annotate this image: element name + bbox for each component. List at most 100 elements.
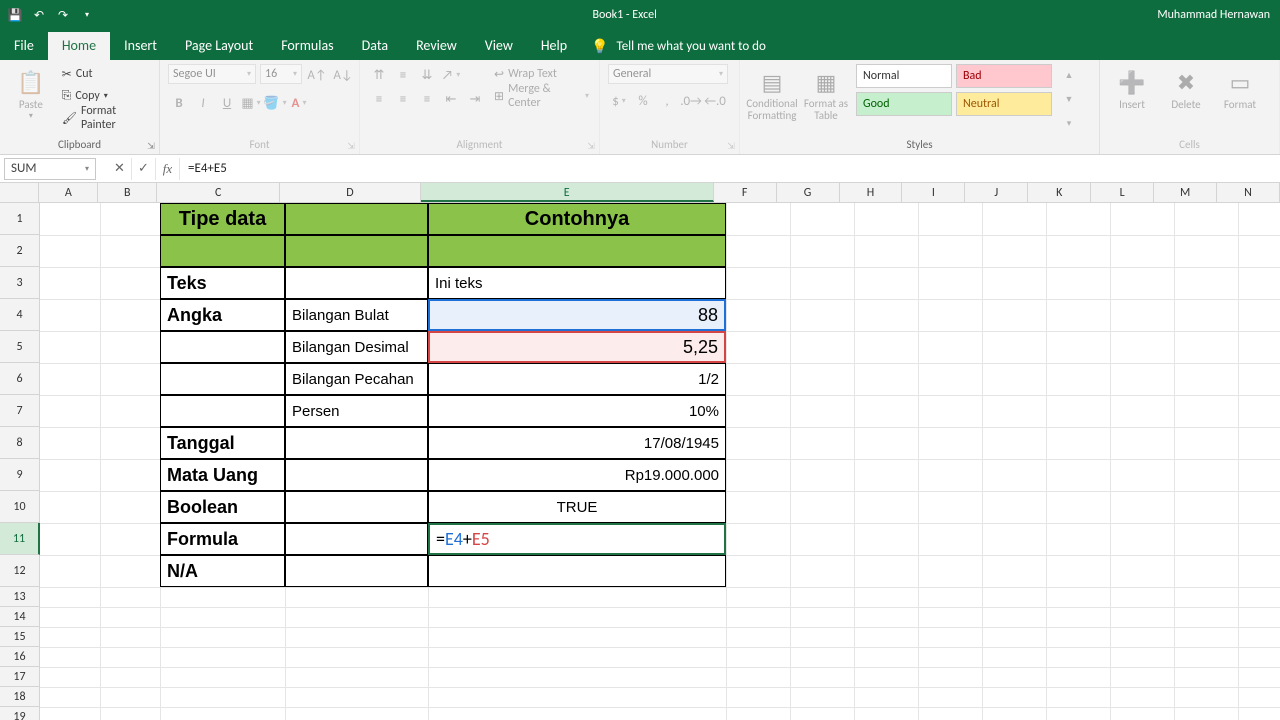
row-header-6[interactable]: 6 [0, 363, 40, 395]
tab-help[interactable]: Help [527, 32, 581, 60]
cell-C2[interactable] [160, 235, 285, 267]
delete-cells-button[interactable]: ✖Delete [1162, 64, 1210, 111]
increase-font-icon[interactable]: A↑ [306, 64, 328, 86]
align-bottom-icon[interactable]: ⇊ [416, 64, 438, 86]
cell-C5[interactable] [160, 331, 285, 363]
merge-center-button[interactable]: ⊞Merge & Center [492, 86, 591, 106]
cell-C12[interactable]: N/A [160, 555, 285, 587]
tab-home[interactable]: Home [48, 32, 110, 60]
cell-D11[interactable] [285, 523, 428, 555]
format-painter-button[interactable]: 🖌Format Painter [60, 108, 151, 128]
enter-icon[interactable]: ✓ [132, 158, 156, 180]
cell-C4[interactable]: Angka [160, 299, 285, 331]
col-header-J[interactable]: J [965, 183, 1028, 202]
row-header-16[interactable]: 16 [0, 647, 40, 667]
cell-E11[interactable]: =E4+E5 [428, 523, 726, 555]
fx-icon[interactable]: fx [156, 158, 180, 180]
row-header-1[interactable]: 1 [0, 203, 40, 235]
cell-D8[interactable] [285, 427, 428, 459]
cell-C6[interactable] [160, 363, 285, 395]
row-header-5[interactable]: 5 [0, 331, 40, 363]
alignment-launcher-icon[interactable]: ⇲ [585, 140, 597, 152]
tab-file[interactable]: File [0, 32, 48, 60]
tab-insert[interactable]: Insert [110, 32, 171, 60]
cell-C3[interactable]: Teks [160, 267, 285, 299]
tab-data[interactable]: Data [348, 32, 402, 60]
tab-formulas[interactable]: Formulas [267, 32, 347, 60]
row-header-13[interactable]: 13 [0, 587, 40, 607]
cell-C8[interactable]: Tanggal [160, 427, 285, 459]
inc-decimal-icon[interactable]: .0→ [680, 90, 702, 112]
cell-E4[interactable]: 88 [428, 299, 726, 331]
style-down-icon[interactable]: ▼ [1058, 88, 1080, 110]
align-center-icon[interactable]: ≡ [392, 88, 414, 110]
cell-E6[interactable]: 1/2 [428, 363, 726, 395]
cell-E1[interactable]: Contohnya [428, 203, 726, 235]
row-header-8[interactable]: 8 [0, 427, 40, 459]
cell-D12[interactable] [285, 555, 428, 587]
clipboard-launcher-icon[interactable]: ⇲ [145, 140, 157, 152]
decrease-font-icon[interactable]: A↓ [332, 64, 354, 86]
cell-E3[interactable]: Ini teks [428, 267, 726, 299]
col-header-E[interactable]: E [421, 183, 714, 202]
row-header-15[interactable]: 15 [0, 627, 40, 647]
cell-E7[interactable]: 10% [428, 395, 726, 427]
cell-E2[interactable] [428, 235, 726, 267]
number-format-select[interactable]: General [608, 64, 728, 84]
cancel-icon[interactable]: ✕ [108, 158, 132, 180]
style-up-icon[interactable]: ▲ [1058, 64, 1080, 86]
customize-qat-icon[interactable]: ▾ [80, 8, 94, 22]
conditional-formatting-button[interactable]: ▤ Conditional Formatting [748, 64, 796, 122]
border-button[interactable]: ▦ [240, 92, 262, 114]
cell-D3[interactable] [285, 267, 428, 299]
cell-C10[interactable]: Boolean [160, 491, 285, 523]
cell-D7[interactable]: Persen [285, 395, 428, 427]
cell-E10[interactable]: TRUE [428, 491, 726, 523]
row-header-12[interactable]: 12 [0, 555, 40, 587]
col-header-A[interactable]: A [39, 183, 98, 202]
row-header-17[interactable]: 17 [0, 667, 40, 687]
col-header-M[interactable]: M [1154, 183, 1217, 202]
row-header-18[interactable]: 18 [0, 687, 40, 707]
cell-C9[interactable]: Mata Uang [160, 459, 285, 491]
row-header-9[interactable]: 9 [0, 459, 40, 491]
col-header-H[interactable]: H [840, 183, 903, 202]
row-header-14[interactable]: 14 [0, 607, 40, 627]
paste-button[interactable]: 📋 Paste ▾ [8, 64, 54, 121]
copy-button[interactable]: ⎘Copy▾ [60, 86, 151, 106]
bold-button[interactable]: B [168, 92, 190, 114]
orientation-icon[interactable]: ↗ [440, 64, 462, 86]
cell-E8[interactable]: 17/08/1945 [428, 427, 726, 459]
cell-D2[interactable] [285, 235, 428, 267]
tell-me[interactable]: 💡 Tell me what you want to do [581, 32, 776, 60]
percent-icon[interactable]: % [632, 90, 654, 112]
undo-icon[interactable]: ↶ [32, 8, 46, 22]
cut-button[interactable]: ✂Cut [60, 64, 151, 84]
tab-view[interactable]: View [471, 32, 527, 60]
col-header-D[interactable]: D [280, 183, 421, 202]
comma-icon[interactable]: , [656, 90, 678, 112]
save-icon[interactable]: 💾 [8, 8, 22, 22]
worksheet[interactable]: ABCDEFGHIJKLMN 1234567891011121314151617… [0, 183, 1280, 720]
italic-button[interactable]: I [192, 92, 214, 114]
formula-input[interactable]: =E4+E5 [180, 161, 1280, 176]
fill-color-button[interactable]: 🪣 [264, 92, 286, 114]
underline-button[interactable]: U [216, 92, 238, 114]
cell-E12[interactable] [428, 555, 726, 587]
cell-D10[interactable] [285, 491, 428, 523]
cell-E9[interactable]: Rp19.000.000 [428, 459, 726, 491]
select-all-corner[interactable] [0, 183, 39, 202]
align-top-icon[interactable]: ⇈ [368, 64, 390, 86]
number-launcher-icon[interactable]: ⇲ [725, 140, 737, 152]
col-header-N[interactable]: N [1217, 183, 1280, 202]
cell-D5[interactable]: Bilangan Desimal [285, 331, 428, 363]
col-header-K[interactable]: K [1028, 183, 1091, 202]
align-right-icon[interactable]: ≡ [416, 88, 438, 110]
user-name[interactable]: Muhammad Hernawan [1147, 8, 1280, 22]
tab-page-layout[interactable]: Page Layout [171, 32, 267, 60]
style-good[interactable]: Good [856, 92, 952, 116]
cell-D1[interactable] [285, 203, 428, 235]
tab-review[interactable]: Review [402, 32, 471, 60]
row-header-10[interactable]: 10 [0, 491, 40, 523]
indent-inc-icon[interactable]: ⇥ [464, 88, 486, 110]
